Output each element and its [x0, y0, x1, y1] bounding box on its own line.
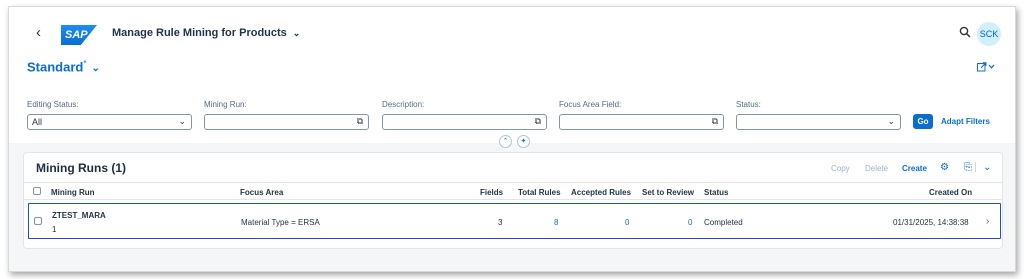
col-set-to-review[interactable]: Set to Review: [642, 188, 694, 197]
table-title: Mining Runs (1): [36, 161, 126, 175]
app-title: Manage Rule Mining for Products: [112, 27, 287, 39]
mining-runs-table: Mining Runs (1) Copy Delete Create ⚙ ⎘ |…: [23, 152, 1003, 249]
pin-header-button[interactable]: ✦: [517, 135, 530, 148]
settings-icon[interactable]: ⚙: [940, 162, 949, 173]
go-button[interactable]: Go: [913, 114, 933, 129]
avatar[interactable]: SCK: [977, 22, 1001, 46]
filter-label: Focus Area Field:: [559, 100, 622, 109]
value-help-icon[interactable]: ⧉: [357, 116, 363, 127]
app-window: ‹ SAP Manage Rule Mining for Products ⌄ S…: [8, 6, 1016, 272]
mining-run-input[interactable]: ⧉: [204, 114, 369, 130]
divider: |: [974, 162, 977, 173]
filter-label: Mining Run:: [204, 100, 247, 109]
col-accepted-rules[interactable]: Accepted Rules: [571, 188, 631, 197]
status-text: Completed: [704, 218, 743, 227]
back-button[interactable]: ‹: [36, 24, 41, 41]
total-rules-link[interactable]: 8: [554, 218, 558, 227]
copy-button[interactable]: Copy: [831, 164, 850, 173]
mining-run-id: ZTEST_MARA: [52, 211, 106, 220]
accepted-rules-link[interactable]: 0: [625, 218, 629, 227]
row-checkbox[interactable]: [34, 217, 42, 225]
export-icon[interactable]: ⎘: [964, 162, 972, 173]
col-fields[interactable]: Fields: [480, 188, 503, 197]
chevron-down-icon: ⌄: [292, 28, 301, 38]
share-icon[interactable]: [977, 62, 995, 75]
chevron-down-icon: ⌄: [91, 63, 100, 75]
adapt-filters-button[interactable]: Adapt Filters: [941, 117, 990, 126]
fields-count: 3: [498, 218, 503, 227]
table-header: Mining Run Focus Area Fields Total Rules…: [24, 182, 1002, 200]
chevron-down-icon: ⌄: [887, 116, 895, 126]
filter-description: Description: ⧉: [382, 100, 547, 130]
chevron-right-icon[interactable]: ›: [986, 216, 989, 227]
created-on: 01/31/2025, 14:38:38: [893, 218, 969, 227]
description-input[interactable]: ⧉: [382, 114, 547, 130]
filter-status: Status: ⌄: [736, 100, 901, 130]
filter-focus-area-field: Focus Area Field: ⧉: [559, 100, 724, 130]
focus-area-field-input[interactable]: ⧉: [559, 114, 724, 130]
variant-modified-mark: *: [83, 59, 87, 68]
set-to-review-link[interactable]: 0: [688, 218, 692, 227]
mining-run-version: 1: [52, 225, 57, 234]
status-select[interactable]: ⌄: [736, 114, 901, 130]
filter-mining-run: Mining Run: ⧉: [204, 100, 369, 130]
collapse-header-button[interactable]: ⌃: [499, 135, 512, 148]
variant-selector[interactable]: Standard* ⌄: [27, 59, 100, 74]
select-all-checkbox[interactable]: [33, 187, 41, 195]
filter-label: Editing Status:: [27, 100, 79, 109]
variant-name: Standard: [27, 59, 84, 75]
sap-logo: SAP: [61, 25, 97, 45]
col-created-on[interactable]: Created On: [929, 188, 972, 197]
col-focus-area[interactable]: Focus Area: [240, 188, 283, 197]
filter-label: Status:: [736, 100, 761, 109]
chevron-down-icon: ⌄: [178, 116, 186, 126]
focus-area: Material Type = ERSA: [241, 218, 320, 227]
col-mining-run[interactable]: Mining Run: [51, 188, 95, 197]
col-total-rules[interactable]: Total Rules: [518, 188, 561, 197]
value-help-icon[interactable]: ⧉: [712, 116, 718, 127]
col-status[interactable]: Status: [704, 188, 728, 197]
search-icon[interactable]: [959, 26, 971, 41]
filter-label: Description:: [382, 100, 425, 109]
editing-status-select[interactable]: All ⌄: [27, 114, 192, 130]
create-button[interactable]: Create: [902, 164, 927, 173]
filter-editing-status: Editing Status: All ⌄: [27, 100, 192, 130]
dynamic-page-header: Standard* ⌄ Editing Status: All ⌄ Mining R…: [9, 57, 1015, 148]
shell-bar: ‹ SAP Manage Rule Mining for Products ⌄ S…: [9, 7, 1015, 57]
value-help-icon[interactable]: ⧉: [535, 116, 541, 127]
chevron-down-icon[interactable]: ⌄: [983, 162, 991, 173]
table-row[interactable]: ZTEST_MARA 1 Material Type = ERSA 3 8 0 …: [28, 203, 1001, 239]
app-title-menu[interactable]: Manage Rule Mining for Products ⌄: [112, 27, 300, 39]
delete-button[interactable]: Delete: [865, 164, 888, 173]
